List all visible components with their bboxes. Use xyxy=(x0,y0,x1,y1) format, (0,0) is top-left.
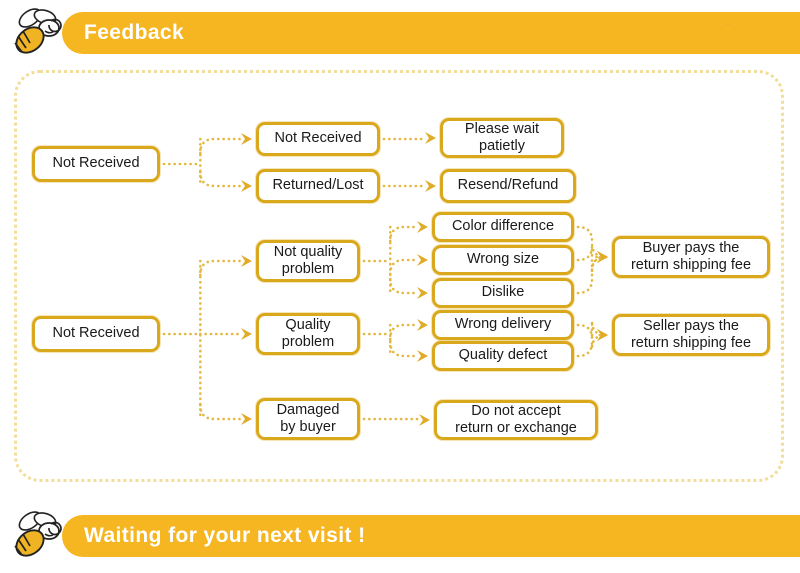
page-title: Feedback xyxy=(84,21,185,44)
flow-node: Returned/Lost xyxy=(256,169,380,203)
flow-node: Resend/Refund xyxy=(440,169,576,203)
flow-node-label: Quality defect xyxy=(458,347,548,364)
flow-node-label: Buyer pays the return shipping fee xyxy=(630,239,752,273)
flow-node-label: Seller pays the return shipping fee xyxy=(630,317,752,351)
flow-node: Buyer pays the return shipping fee xyxy=(612,236,770,278)
flow-node: Wrong delivery xyxy=(432,310,574,340)
flow-node: Wrong size xyxy=(432,245,574,275)
bee-icon xyxy=(14,511,62,557)
flow-node-label: Dislike xyxy=(481,284,525,301)
flow-node: Please wait patietly xyxy=(440,118,564,158)
flow-node-label: Returned/Lost xyxy=(272,177,364,194)
flow-node-label: Wrong delivery xyxy=(454,316,552,333)
header-watermark: · · · xyxy=(704,16,740,31)
flow-node: Dislike xyxy=(432,278,574,308)
flow-node-label: Quality problem xyxy=(281,316,335,350)
flow-node-label: Not Received xyxy=(52,325,140,342)
page-root: Feedback · · · Not Received Not Received R… xyxy=(0,0,800,573)
flow-node: Color difference xyxy=(432,212,574,242)
footer-banner: Waiting for your next visit ! xyxy=(62,515,800,557)
flow-node: Not Received xyxy=(256,122,380,156)
flow-node: Quality problem xyxy=(256,313,360,355)
flow-node-label: Wrong size xyxy=(466,251,540,268)
flow-node: Damaged by buyer xyxy=(256,398,360,440)
flow-node-label: Do not accept return or exchange xyxy=(455,402,577,436)
flow-node-label: Resend/Refund xyxy=(457,177,559,194)
bee-icon xyxy=(14,8,62,54)
flow-node: Not Received xyxy=(32,316,160,352)
flow-node: Not quality problem xyxy=(256,240,360,282)
flow-node-label: Not quality problem xyxy=(273,243,343,277)
flow-node: Seller pays the return shipping fee xyxy=(612,314,770,356)
flow-node: Not Received xyxy=(32,146,160,182)
flow-node-label: Damaged by buyer xyxy=(276,401,340,435)
header-banner: Feedback · · · xyxy=(62,12,800,54)
flow-node: Quality defect xyxy=(432,341,574,371)
flow-node-label: Not Received xyxy=(52,155,140,172)
flow-node-label: Color difference xyxy=(451,218,555,235)
flow-node: Do not accept return or exchange xyxy=(434,400,598,440)
footer-title: Waiting for your next visit ! xyxy=(84,524,366,547)
flow-node-label: Please wait patietly xyxy=(464,120,540,154)
flow-node-label: Not Received xyxy=(274,130,362,147)
